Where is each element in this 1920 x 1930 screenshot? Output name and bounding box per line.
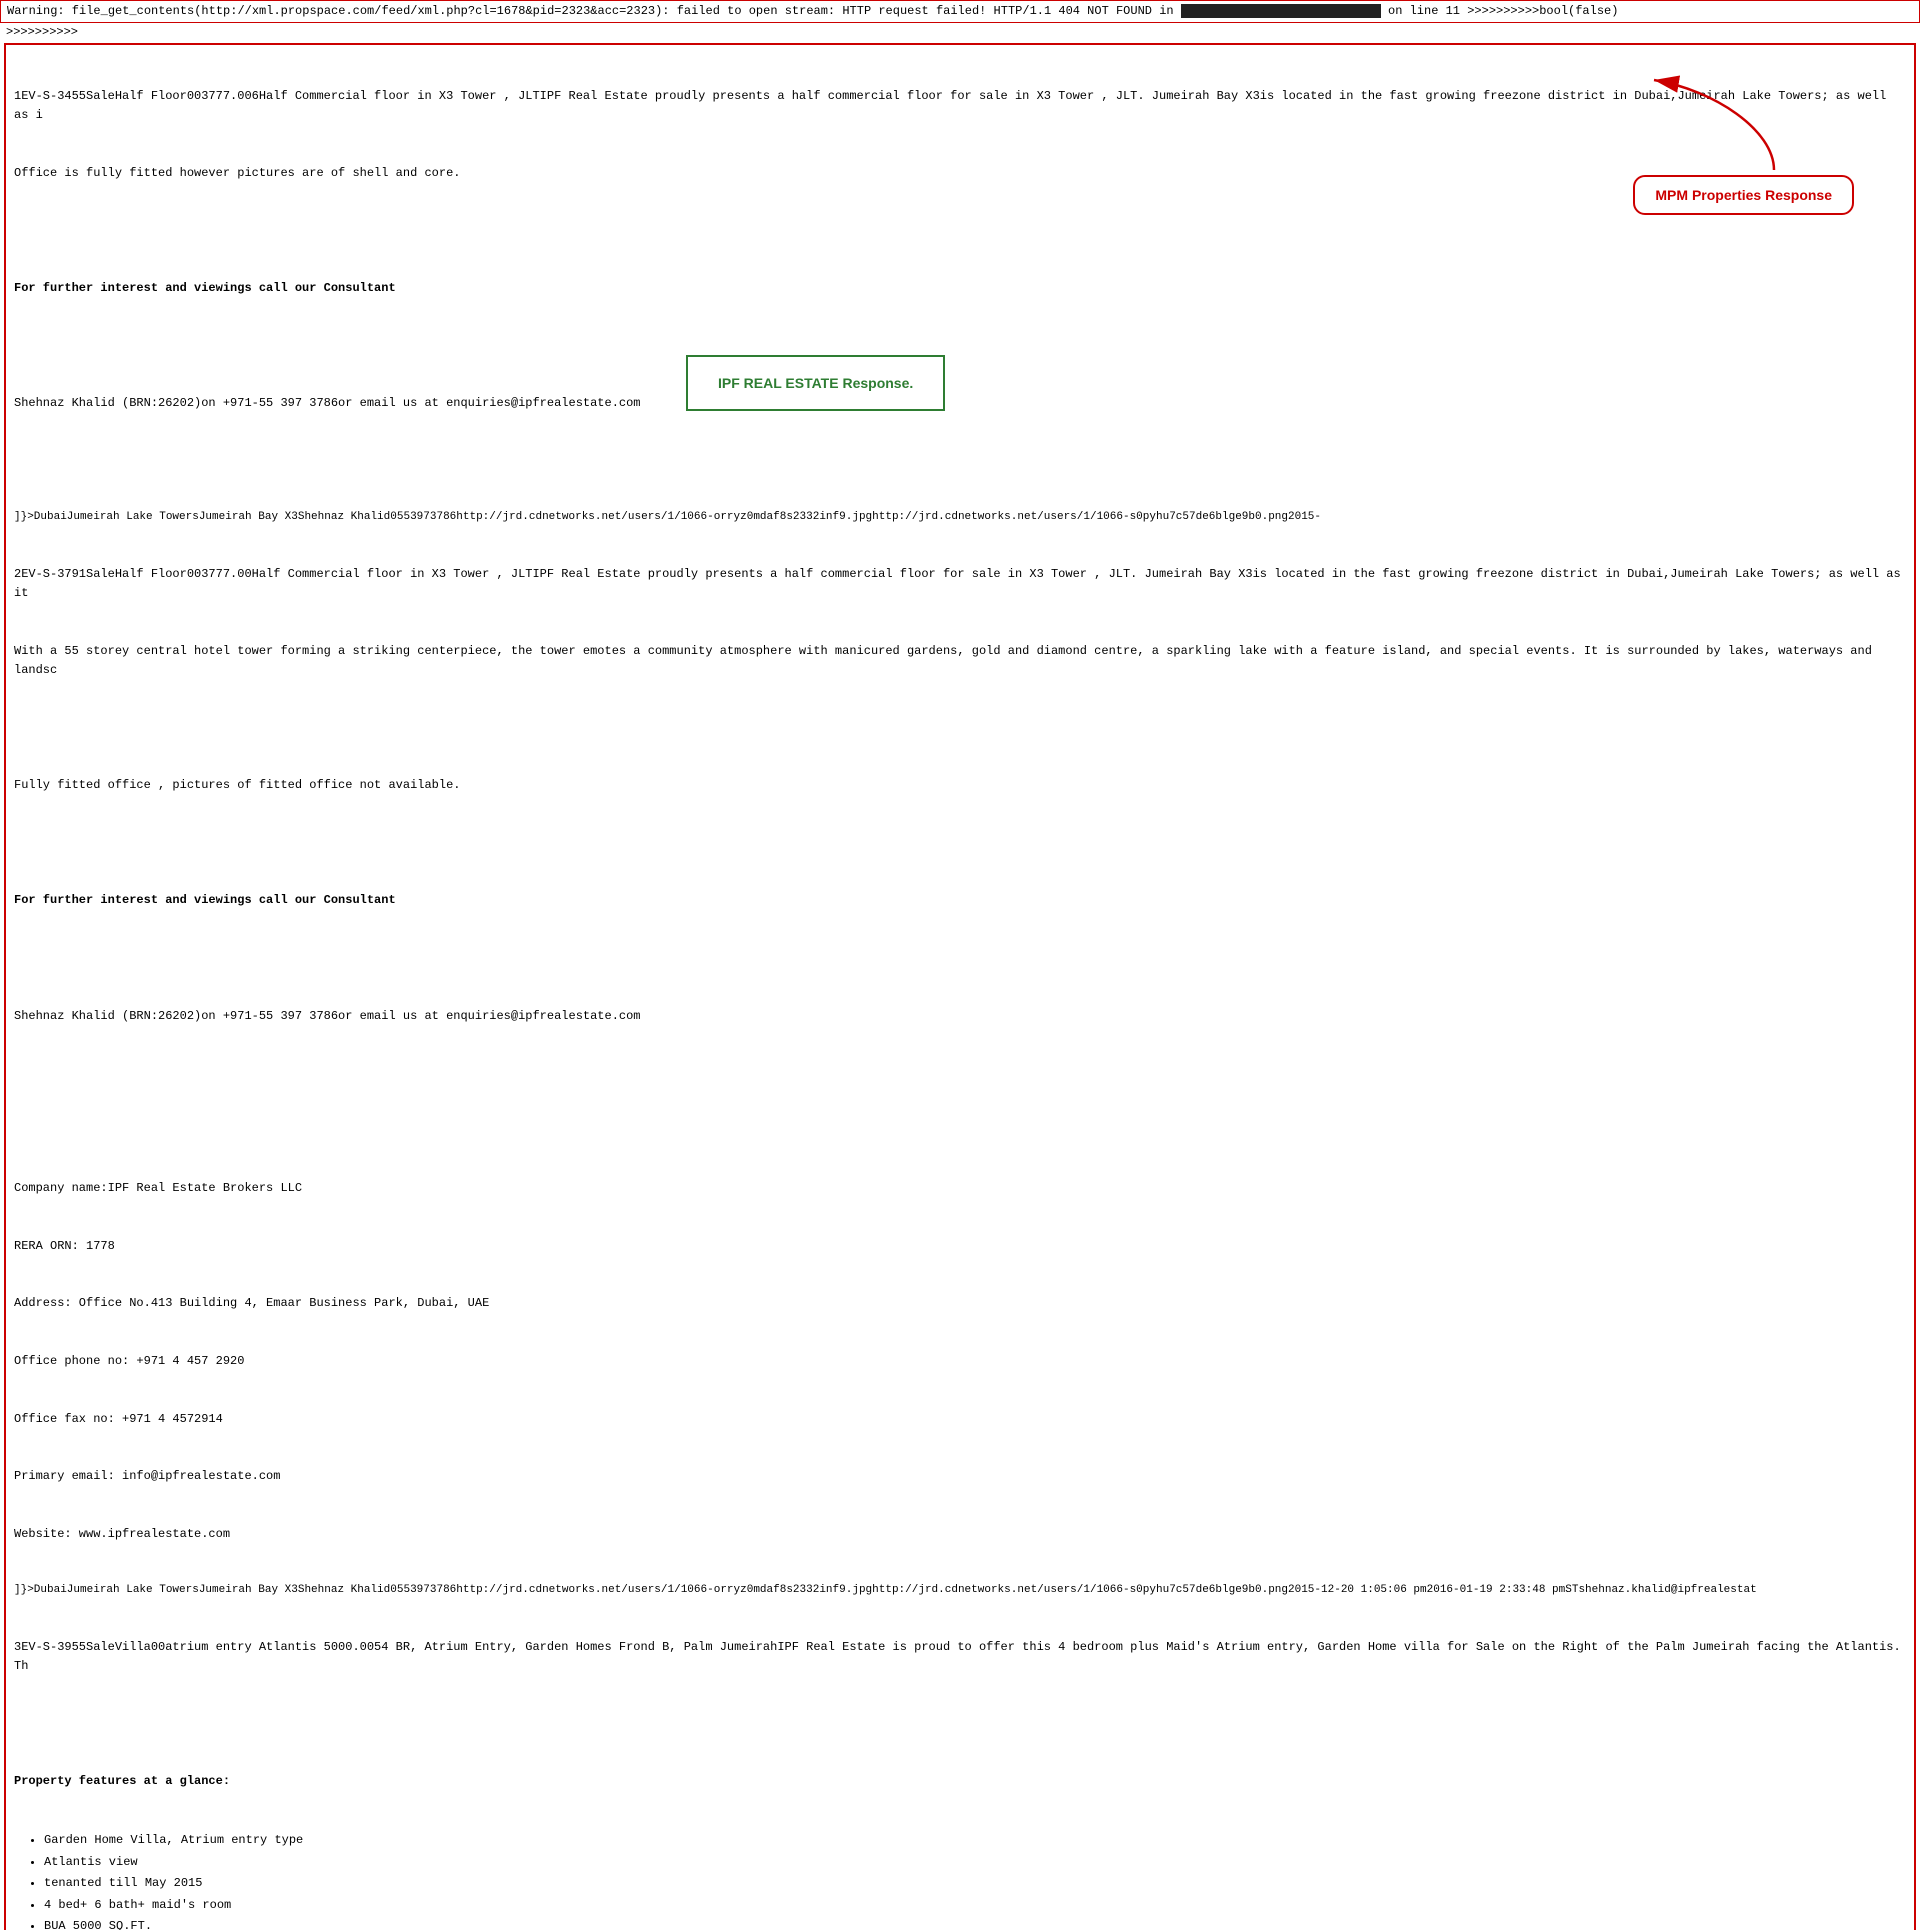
line6: With a 55 storey central hotel tower for… bbox=[14, 642, 1906, 680]
warning-bar: Warning: file_get_contents(http://xml.pr… bbox=[0, 0, 1920, 23]
blank6 bbox=[14, 949, 1906, 968]
rera: RERA ORN: 1778 bbox=[14, 1237, 1906, 1256]
warning-text: Warning: file_get_contents(http://xml.pr… bbox=[7, 4, 1174, 18]
list-item: BUA 5000 SQ.FT. bbox=[44, 1916, 1906, 1930]
blank4 bbox=[14, 719, 1906, 738]
blank2 bbox=[14, 337, 1906, 356]
fax: Office fax no: +971 4 4572914 bbox=[14, 1410, 1906, 1429]
blank8 bbox=[14, 1122, 1906, 1141]
list-item: Atlantis view bbox=[44, 1852, 1906, 1874]
address: Address: Office No.413 Building 4, Emaar… bbox=[14, 1294, 1906, 1313]
line10: 3EV-S-3955SaleVilla00atrium entry Atlant… bbox=[14, 1638, 1906, 1676]
blank9 bbox=[14, 1715, 1906, 1734]
line9: Shehnaz Khalid (BRN:26202)on +971-55 397… bbox=[14, 1007, 1906, 1026]
list-item: 4 bed+ 6 bath+ maid's room bbox=[44, 1895, 1906, 1917]
warning-suffix: on line 11 >>>>>>>>>>bool(false) bbox=[1388, 4, 1618, 18]
line7: Fully fitted office , pictures of fitted… bbox=[14, 776, 1906, 795]
features-list: Garden Home Villa, Atrium entry type Atl… bbox=[44, 1830, 1906, 1930]
main-content-box: MPM Properties Response IPF REAL ESTATE … bbox=[4, 43, 1916, 1930]
mpm-box: MPM Properties Response bbox=[1633, 175, 1854, 215]
raw2: ]}>DubaiJumeirah Lake TowersJumeirah Bay… bbox=[14, 1582, 1906, 1600]
ipf-annotation: IPF REAL ESTATE Response. bbox=[686, 355, 945, 411]
arrows-line: >>>>>>>>>> bbox=[0, 23, 1920, 41]
line8: For further interest and viewings call o… bbox=[14, 891, 1906, 910]
list-item: Garden Home Villa, Atrium entry type bbox=[44, 1830, 1906, 1852]
features-header: Property features at a glance: bbox=[14, 1772, 1906, 1791]
ipf-box: IPF REAL ESTATE Response. bbox=[686, 355, 945, 411]
redacted-path bbox=[1181, 4, 1381, 18]
line2: Office is fully fitted however pictures … bbox=[14, 164, 1906, 183]
line5: 2EV-S-3791SaleHalf Floor003777.00Half Co… bbox=[14, 565, 1906, 603]
raw1: ]}>DubaiJumeirah Lake TowersJumeirah Bay… bbox=[14, 509, 1906, 527]
blank1 bbox=[14, 221, 1906, 240]
phone: Office phone no: +971 4 457 2920 bbox=[14, 1352, 1906, 1371]
mpm-arrow-svg bbox=[1634, 70, 1794, 180]
blank3 bbox=[14, 452, 1906, 471]
list-item: tenanted till May 2015 bbox=[44, 1873, 1906, 1895]
blank7 bbox=[14, 1064, 1906, 1083]
line4: Shehnaz Khalid (BRN:26202)on +971-55 397… bbox=[14, 394, 1906, 413]
blank5 bbox=[14, 834, 1906, 853]
website: Website: www.ipfrealestate.com bbox=[14, 1525, 1906, 1544]
mpm-label: MPM Properties Response bbox=[1655, 187, 1832, 203]
mpm-annotation: MPM Properties Response bbox=[1633, 175, 1854, 215]
line1: 1EV-S-3455SaleHalf Floor003777.006Half C… bbox=[14, 87, 1906, 125]
main-text-content: 1EV-S-3455SaleHalf Floor003777.006Half C… bbox=[14, 49, 1906, 1830]
email: Primary email: info@ipfrealestate.com bbox=[14, 1467, 1906, 1486]
line3: For further interest and viewings call o… bbox=[14, 279, 1906, 298]
company-name: Company name:IPF Real Estate Brokers LLC bbox=[14, 1179, 1906, 1198]
ipf-label: IPF REAL ESTATE Response. bbox=[718, 375, 913, 391]
